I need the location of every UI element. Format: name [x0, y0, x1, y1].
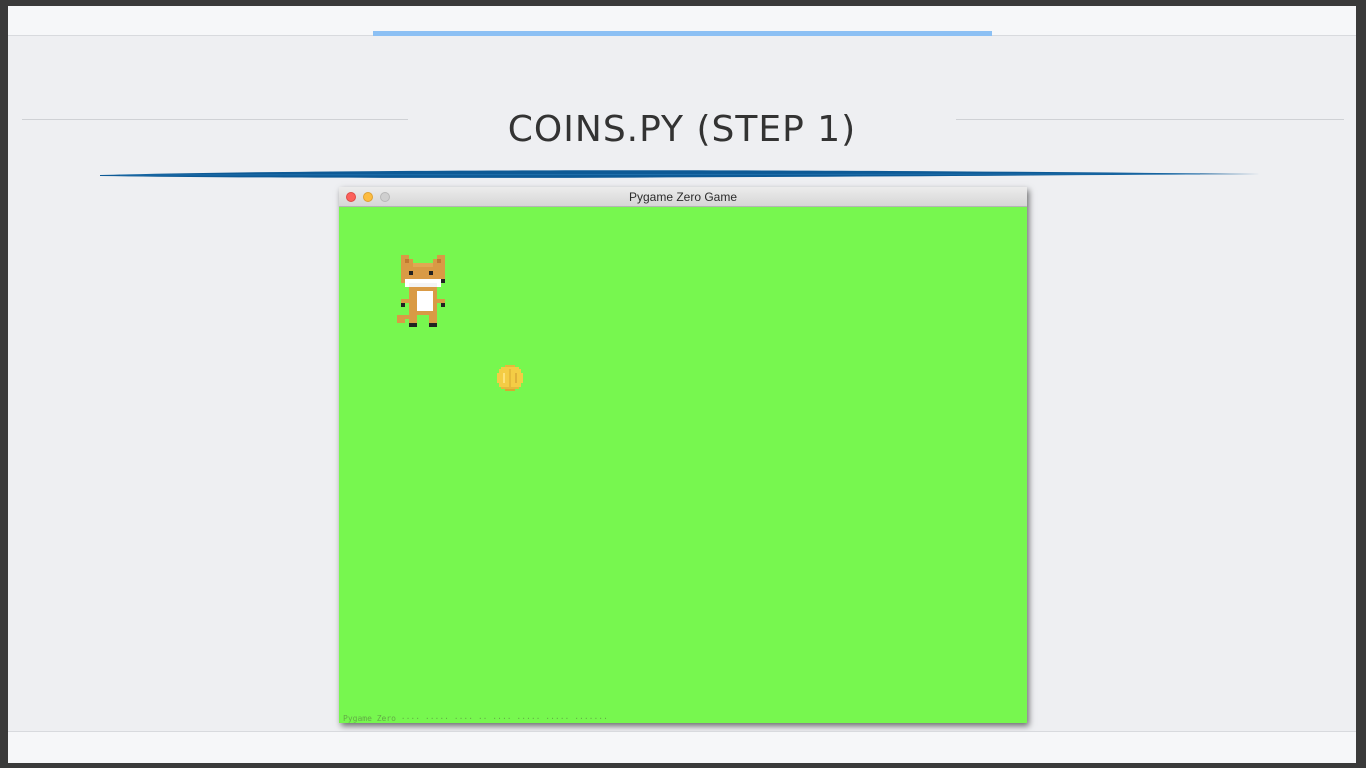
window-titlebar[interactable]: Pygame Zero Game	[339, 187, 1027, 207]
slide-bottom-band	[8, 731, 1356, 763]
slide-top-accent-bar	[373, 31, 992, 36]
screen: COINS.PY (STEP 1) Pygame Zero Game Pygam…	[0, 0, 1366, 768]
game-canvas[interactable]: Pygame Zero ···· ····· ···· ·· ···· ····…	[339, 207, 1027, 723]
window-title: Pygame Zero Game	[628, 190, 738, 204]
coin-sprite	[497, 365, 523, 391]
fox-sprite	[397, 255, 445, 327]
presentation-slide: COINS.PY (STEP 1) Pygame Zero Game Pygam…	[8, 6, 1356, 763]
slide-title: COINS.PY (STEP 1)	[507, 109, 857, 150]
status-text: Pygame Zero ···· ····· ···· ·· ···· ····…	[343, 714, 608, 723]
title-underline-brush-stroke	[100, 170, 1260, 178]
pygame-window[interactable]: Pygame Zero Game Pygame Zero ···· ····· …	[339, 187, 1027, 723]
